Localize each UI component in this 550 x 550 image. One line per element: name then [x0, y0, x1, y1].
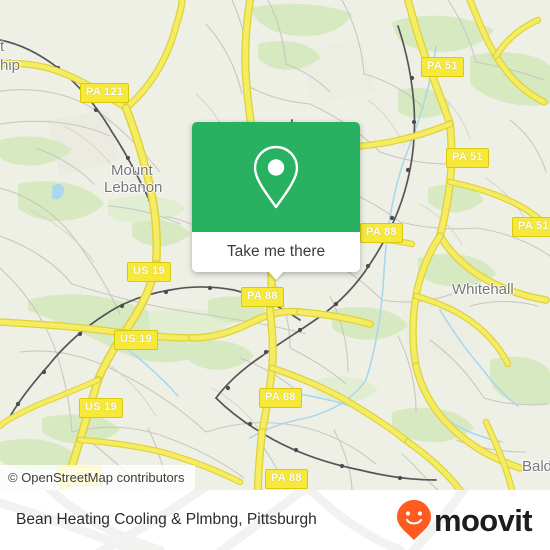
moovit-smiley-pin-icon — [396, 500, 431, 540]
highway-shield: PA 51 — [421, 57, 464, 77]
take-me-there-button[interactable]: Take me there — [192, 232, 360, 280]
page-title: Bean Heating Cooling & Plmbng, Pittsburg… — [16, 511, 317, 528]
popup-icon-area — [192, 122, 360, 232]
highway-shield: PA 88 — [360, 223, 403, 243]
highway-shield: PA 51 — [512, 217, 550, 237]
highway-shield: PA 51 — [446, 148, 489, 168]
place-label-township-partial-1: t — [0, 38, 5, 55]
map-pin-icon — [253, 145, 299, 209]
osm-attribution[interactable]: © OpenStreetMap contributors — [0, 465, 195, 490]
osm-attribution-text: © OpenStreetMap contributors — [8, 470, 185, 485]
highway-shield: US 19 — [127, 262, 172, 282]
take-me-there-label: Take me there — [226, 243, 326, 260]
moovit-logo[interactable]: moovit — [396, 499, 533, 541]
location-popup-card[interactable]: Take me there — [192, 122, 360, 280]
place-label-lebanon: Lebanon — [104, 179, 163, 196]
footer-bar: Bean Heating Cooling & Plmbng, Pittsburg… — [0, 490, 550, 550]
map-canvas[interactable]: .hwy-case { fill:none; stroke:#ddd23c; s… — [0, 0, 550, 490]
moovit-wordmark: moovit — [433, 502, 533, 538]
place-label-baldwin: Bald — [522, 458, 550, 475]
place-label-whitehall: Whitehall — [452, 281, 514, 298]
highway-shield: US 19 — [114, 330, 159, 350]
highway-shield: PA 121 — [80, 83, 130, 103]
highway-shield: PA 88 — [259, 388, 302, 408]
highway-shield: PA 88 — [265, 469, 308, 489]
place-label-mount: Mount — [111, 162, 153, 179]
highway-shield: US 19 — [79, 398, 124, 418]
popup-pointer-tail — [268, 271, 284, 280]
highway-shield: PA 88 — [241, 287, 284, 307]
place-label-township-partial-2: hip — [0, 57, 21, 74]
moovit-map-screenshot: .hwy-case { fill:none; stroke:#ddd23c; s… — [0, 0, 550, 550]
